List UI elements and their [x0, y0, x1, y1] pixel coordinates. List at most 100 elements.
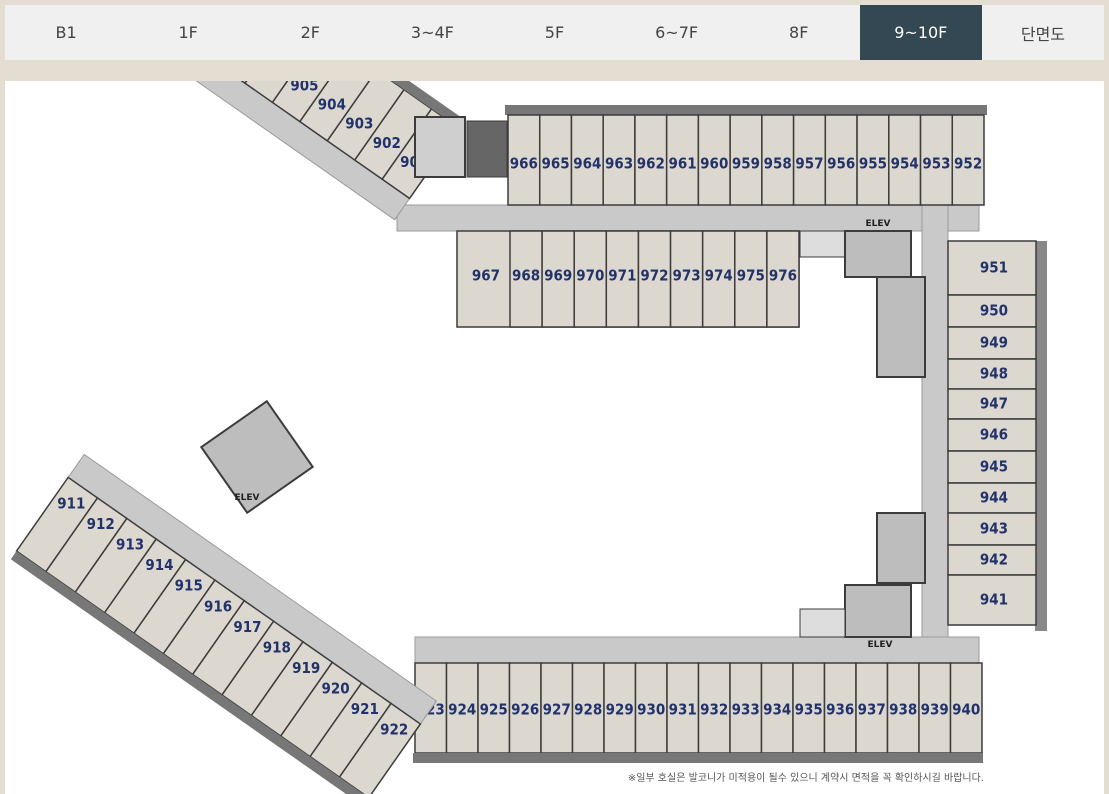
- unit-label-921: 921: [351, 700, 379, 718]
- stair-bottom-right: [799, 608, 846, 638]
- unit-label-936: 936: [826, 701, 854, 719]
- tab-floor-2[interactable]: 2F: [249, 5, 371, 60]
- unit-label-948: 948: [980, 365, 1008, 383]
- unit-label-926: 926: [511, 701, 539, 719]
- unit-label-904: 904: [318, 95, 346, 113]
- unit-label-953: 953: [922, 155, 950, 173]
- unit-label-931: 931: [669, 701, 697, 719]
- unit-label-946: 946: [980, 426, 1008, 444]
- unit-label-920: 920: [321, 679, 349, 697]
- unit-label-938: 938: [889, 701, 917, 719]
- unit-label-917: 917: [233, 618, 261, 636]
- unit-label-919: 919: [292, 659, 320, 677]
- stair-top-left: [414, 116, 466, 178]
- unit-label-913: 913: [116, 536, 144, 554]
- unit-label-974: 974: [705, 267, 733, 285]
- tab-floor-5[interactable]: 6~7F: [616, 5, 738, 60]
- unit-label-916: 916: [204, 597, 232, 615]
- tab-floor-0[interactable]: B1: [5, 5, 127, 60]
- balcony-bottom: [413, 753, 983, 763]
- unit-label-949: 949: [980, 334, 1008, 352]
- elev-label-bottom: ELEV: [868, 640, 893, 650]
- unit-label-911: 911: [57, 495, 85, 513]
- unit-label-918: 918: [263, 638, 291, 656]
- unit-label-934: 934: [763, 701, 791, 719]
- wing-upper-left: [119, 81, 465, 221]
- unit-label-915: 915: [175, 577, 203, 595]
- unit-label-956: 956: [827, 155, 855, 173]
- unit-label-954: 954: [891, 155, 919, 173]
- unit-label-971: 971: [608, 267, 636, 285]
- unit-label-933: 933: [732, 701, 760, 719]
- corridor-bottom: [414, 636, 980, 664]
- unit-label-943: 943: [980, 520, 1008, 538]
- tab-floor-1[interactable]: 1F: [127, 5, 249, 60]
- unit-label-912: 912: [87, 515, 115, 533]
- restroom-core-top: [876, 276, 926, 378]
- unit-label-950: 950: [980, 302, 1008, 320]
- unit-label-963: 963: [605, 155, 633, 173]
- unit-label-975: 975: [737, 267, 765, 285]
- footnote: ※일부 호실은 발코니가 미적용이 될수 있으니 계약시 면적을 꼭 확인하시길…: [627, 773, 984, 784]
- unit-label-965: 965: [542, 155, 570, 173]
- unit-label-962: 962: [637, 155, 665, 173]
- unit-label-970: 970: [576, 267, 604, 285]
- tab-floor-4[interactable]: 5F: [493, 5, 615, 60]
- unit-label-927: 927: [543, 701, 571, 719]
- unit-label-976: 976: [769, 267, 797, 285]
- elevator-core-bottom: [844, 584, 912, 638]
- balcony-top: [505, 105, 987, 115]
- unit-label-968: 968: [512, 267, 540, 285]
- unit-label-947: 947: [980, 395, 1008, 413]
- unit-label-940: 940: [952, 701, 980, 719]
- restroom-core-bottom: [876, 512, 926, 584]
- unit-label-972: 972: [640, 267, 668, 285]
- balcony-right: [1035, 241, 1047, 631]
- corridor-top: [396, 204, 980, 232]
- unit-label-960: 960: [700, 155, 728, 173]
- floor-tabs: B1 1F 2F 3~4F 5F 6~7F 8F 9~10F 단면도: [5, 5, 1104, 60]
- unit-label-924: 924: [448, 701, 476, 719]
- unit-label-941: 941: [980, 591, 1008, 609]
- unit-label-959: 959: [732, 155, 760, 173]
- unit-label-957: 957: [795, 155, 823, 173]
- unit-label-914: 914: [145, 556, 173, 574]
- elev-label-left: ELEV: [235, 493, 260, 503]
- unit-label-928: 928: [574, 701, 602, 719]
- unit-label-945: 945: [980, 458, 1008, 476]
- elevator-core-top: [844, 230, 912, 278]
- unit-label-922: 922: [380, 721, 408, 739]
- unit-label-967: 967: [472, 267, 500, 285]
- unit-label-930: 930: [637, 701, 665, 719]
- unit-label-939: 939: [921, 701, 949, 719]
- unit-label-935: 935: [795, 701, 823, 719]
- unit-label-925: 925: [480, 701, 508, 719]
- unit-label-973: 973: [673, 267, 701, 285]
- floor-plan-panel: 966 965 964 963 962 961 960 959 958 957 956 955 954 9…: [5, 81, 1104, 794]
- unit-label-929: 929: [606, 701, 634, 719]
- tab-floor-8[interactable]: 단면도: [982, 5, 1104, 60]
- unit-label-952: 952: [954, 155, 982, 173]
- unit-label-964: 964: [573, 155, 601, 173]
- unit-label-966: 966: [510, 155, 538, 173]
- tab-floor-3[interactable]: 3~4F: [371, 5, 493, 60]
- unit-label-958: 958: [764, 155, 792, 173]
- unit-label-955: 955: [859, 155, 887, 173]
- unit-label-944: 944: [980, 489, 1008, 507]
- unit-label-903: 903: [345, 115, 373, 133]
- unit-label-951: 951: [980, 259, 1008, 277]
- unit-label-969: 969: [544, 267, 572, 285]
- unit-label-905: 905: [290, 81, 318, 94]
- unit-label-942: 942: [980, 551, 1008, 569]
- unit-label-902: 902: [373, 134, 401, 152]
- service-core-top: [466, 120, 508, 178]
- tab-floor-7[interactable]: 9~10F: [859, 5, 982, 60]
- tab-floor-6[interactable]: 8F: [738, 5, 860, 60]
- unit-label-961: 961: [668, 155, 696, 173]
- stair-top-right: [799, 230, 846, 258]
- elev-label-top: ELEV: [866, 219, 891, 229]
- corridor-right: [921, 204, 949, 664]
- unit-label-932: 932: [700, 701, 728, 719]
- unit-label-937: 937: [858, 701, 886, 719]
- floor-plan: 966 965 964 963 962 961 960 959 958 957 956 955 954 9…: [10, 81, 1047, 794]
